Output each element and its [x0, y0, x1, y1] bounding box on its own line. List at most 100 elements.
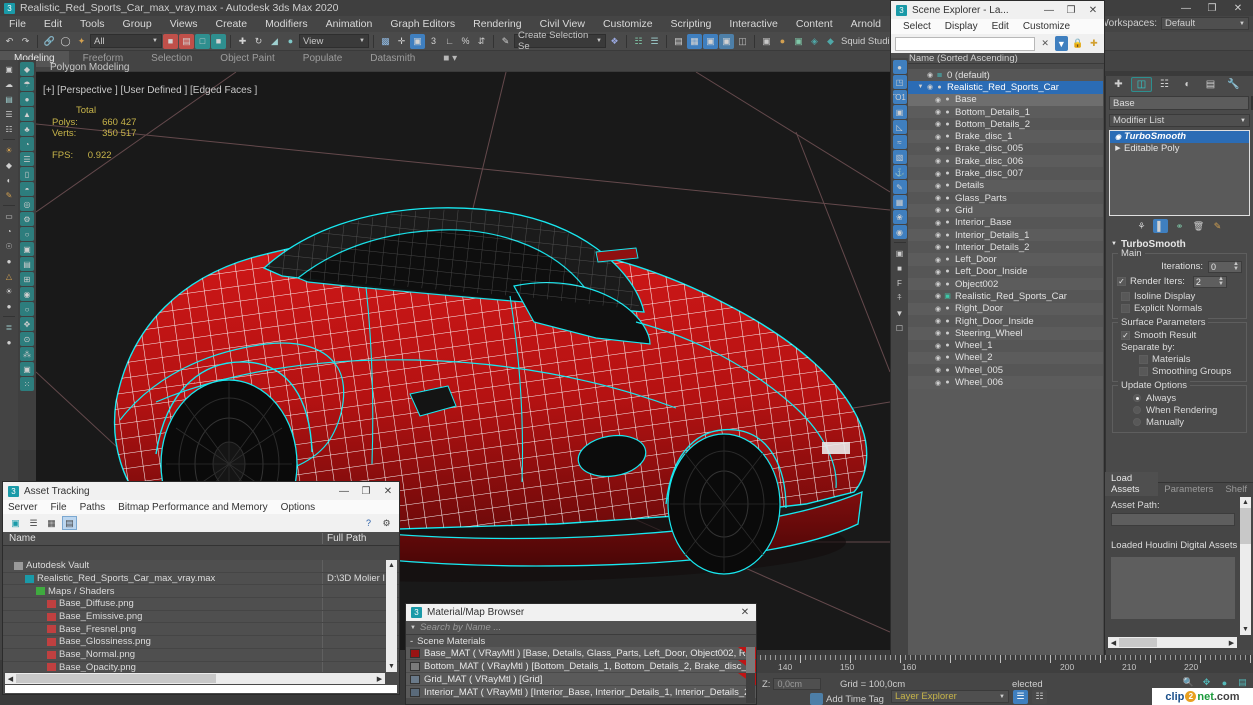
visibility-eye-icon[interactable]: ◉: [933, 219, 943, 227]
scrollbar-thumb[interactable]: [16, 674, 216, 683]
make-unique-icon[interactable]: ⚭: [1172, 219, 1187, 233]
visibility-eye-icon[interactable]: ◉: [933, 120, 943, 128]
menu-item-modifiers[interactable]: Modifiers: [256, 16, 317, 32]
stack-icon[interactable]: ≣: [2, 320, 16, 334]
object-props-icon[interactable]: ◆: [2, 158, 16, 172]
asset-tracking-list[interactable]: Autodesk Vault Realistic_Red_Sports_Car_m…: [3, 560, 399, 672]
visibility-eye-icon[interactable]: ◉: [933, 96, 943, 104]
scroll-right-icon[interactable]: ▶: [374, 675, 385, 683]
asset-tracking-row[interactable]: Base_Glossiness.png: [3, 636, 399, 649]
display-cameras-icon[interactable]: ▣: [892, 105, 907, 119]
scene-explorer-row[interactable]: ◉ ● Grid: [908, 204, 1103, 217]
visibility-eye-icon[interactable]: ◉: [933, 194, 943, 202]
vray-frame-buffer-icon[interactable]: ●: [775, 34, 790, 49]
vray-bulb-icon[interactable]: ○: [20, 227, 34, 241]
column-header-fullpath[interactable]: Full Path: [323, 533, 399, 544]
light-icon[interactable]: ☀: [2, 143, 16, 157]
display-groups-icon[interactable]: ✎: [892, 180, 907, 194]
ribbon-tab-datasmith[interactable]: Datasmith: [356, 51, 429, 67]
snapshot-icon[interactable]: ▣: [2, 62, 16, 76]
asset-tracking-row[interactable]: Autodesk Vault: [3, 560, 399, 573]
panel-icon3[interactable]: F: [893, 276, 907, 290]
houdini-tab-parameters[interactable]: Parameters: [1158, 483, 1219, 496]
ribbon-tab-object-paint[interactable]: Object Paint: [206, 51, 288, 67]
isoline-display-row[interactable]: Isoline Display: [1117, 290, 1242, 302]
loaded-assets-list[interactable]: [1111, 557, 1235, 619]
moon-icon[interactable]: ◐: [2, 173, 16, 187]
asset-tracking-menu-file[interactable]: File: [50, 502, 66, 513]
modifier-eye-icon[interactable]: ◉: [1112, 133, 1124, 141]
vray-camera-icon[interactable]: ▣: [20, 362, 34, 376]
vray-clock2-icon[interactable]: ○: [20, 302, 34, 316]
ribbon-tab-populate[interactable]: Populate: [289, 51, 356, 67]
asset-tracking-hscrollbar[interactable]: ◀ ▶: [5, 673, 385, 684]
select-region-icon[interactable]: □: [195, 33, 210, 49]
vray-toolbar-icon[interactable]: ◆: [20, 62, 34, 76]
scene-explorer-row[interactable]: ◉ ● Base: [908, 93, 1103, 106]
visibility-eye-icon[interactable]: ◉: [933, 231, 943, 239]
visibility-eye-icon[interactable]: ◉: [933, 206, 943, 214]
scene-explorer-row[interactable]: ◉ ▣ Realistic_Red_Sports_Car: [908, 290, 1103, 303]
smooth-result-checkbox[interactable]: ✓: [1121, 330, 1130, 340]
spinner-arrows-icon[interactable]: ▲ ▼: [1233, 261, 1239, 272]
vray-proxy-icon[interactable]: ●: [20, 92, 34, 106]
scene-explorer-menu-customize[interactable]: Customize: [1023, 21, 1070, 32]
smooth-result-row[interactable]: ✓ Smooth Result: [1117, 329, 1242, 341]
spinner-arrows-icon[interactable]: ▲ ▼: [1218, 276, 1224, 287]
scene-explorer-row[interactable]: ◉ ● Details: [908, 179, 1103, 192]
ribbon-tab-selection[interactable]: Selection: [137, 51, 206, 67]
vray-frame-icon[interactable]: ▯: [20, 167, 34, 181]
object-name-input[interactable]: [1109, 96, 1249, 110]
scene-explorer-row[interactable]: ◉ ● Wheel_005: [908, 364, 1103, 377]
update-when-rendering-radio[interactable]: [1133, 406, 1141, 414]
explicit-normals-row[interactable]: Explicit Normals: [1117, 302, 1242, 314]
dome-light-icon[interactable]: ◔: [2, 224, 16, 238]
display-xrefs-icon[interactable]: ▦: [892, 195, 907, 209]
remove-modifier-icon[interactable]: 🗑: [1191, 219, 1206, 233]
asset-tracking-menu-options[interactable]: Options: [281, 502, 315, 513]
visibility-eye-icon[interactable]: ◉: [933, 157, 943, 165]
layer-manage-icon[interactable]: ☷: [1032, 689, 1047, 704]
menu-item-interactive[interactable]: Interactive: [720, 16, 786, 32]
houdini-hscrollbar[interactable]: ◀ ▶: [1108, 637, 1237, 648]
asset-tracking-close[interactable]: ✕: [377, 482, 399, 500]
rect-icon[interactable]: ▭: [2, 209, 16, 223]
scene-explorer-row[interactable]: ◉ ● Brake_disc_1: [908, 130, 1103, 143]
update-always-radio[interactable]: [1133, 394, 1141, 402]
layers-icon[interactable]: ☰: [1013, 689, 1028, 704]
scene-explorer-row[interactable]: ▼ ◉ ● Realistic_Red_Sports_Car: [908, 81, 1103, 94]
menu-item-content[interactable]: Content: [787, 16, 842, 32]
chevron-down-icon[interactable]: ▼: [406, 625, 420, 631]
expand-collapse-icon[interactable]: ▼: [916, 84, 925, 90]
display-particles-icon[interactable]: ❀: [892, 210, 907, 224]
modifier-stack-entry[interactable]: ▶ Editable Poly: [1110, 143, 1249, 155]
separate-materials-checkbox[interactable]: [1139, 354, 1148, 364]
vray-target-icon[interactable]: ⊙: [20, 332, 34, 346]
asset-tracking-menu-bitmap-performance-and-memory[interactable]: Bitmap Performance and Memory: [118, 502, 268, 513]
update-always-row[interactable]: Always: [1117, 392, 1242, 404]
scene-explorer-minimize[interactable]: —: [1038, 1, 1060, 19]
squid-studio-icon[interactable]: ◆: [823, 34, 838, 49]
scroll-left-icon[interactable]: ◀: [5, 675, 16, 683]
filter-sort-icon[interactable]: ⍏: [893, 291, 907, 305]
menu-item-group[interactable]: Group: [114, 16, 161, 32]
scroll-down-icon[interactable]: ▼: [1240, 624, 1251, 635]
panel-icon2[interactable]: ■: [893, 261, 907, 275]
clear-search-icon[interactable]: ✕: [1039, 36, 1051, 51]
edit-named-selection-icon[interactable]: ✎: [498, 34, 513, 49]
scene-explorer-row[interactable]: ◉ ● Brake_disc_007: [908, 167, 1103, 180]
vray-render-icon[interactable]: ▣: [791, 34, 806, 49]
asset-tracking-menu-paths[interactable]: Paths: [80, 502, 106, 513]
scene-explorer-row[interactable]: ◉ ● Wheel_1: [908, 339, 1103, 352]
scroll-up-icon[interactable]: ▲: [386, 560, 397, 571]
workspaces-dropdown[interactable]: Default ▼: [1161, 17, 1249, 30]
vray-list-icon[interactable]: ☰: [20, 152, 34, 166]
help-icon[interactable]: ?: [361, 516, 376, 530]
menu-item-animation[interactable]: Animation: [317, 16, 382, 32]
visibility-eye-icon[interactable]: ◉: [933, 256, 943, 264]
gradient-icon[interactable]: △: [2, 269, 16, 283]
layer-explorer-icon[interactable]: ☰: [647, 34, 662, 49]
spinner-snap-icon[interactable]: ⇵: [474, 34, 489, 49]
render-setup-icon[interactable]: ▣: [719, 33, 734, 49]
sun-light-icon[interactable]: ☉: [2, 239, 16, 253]
